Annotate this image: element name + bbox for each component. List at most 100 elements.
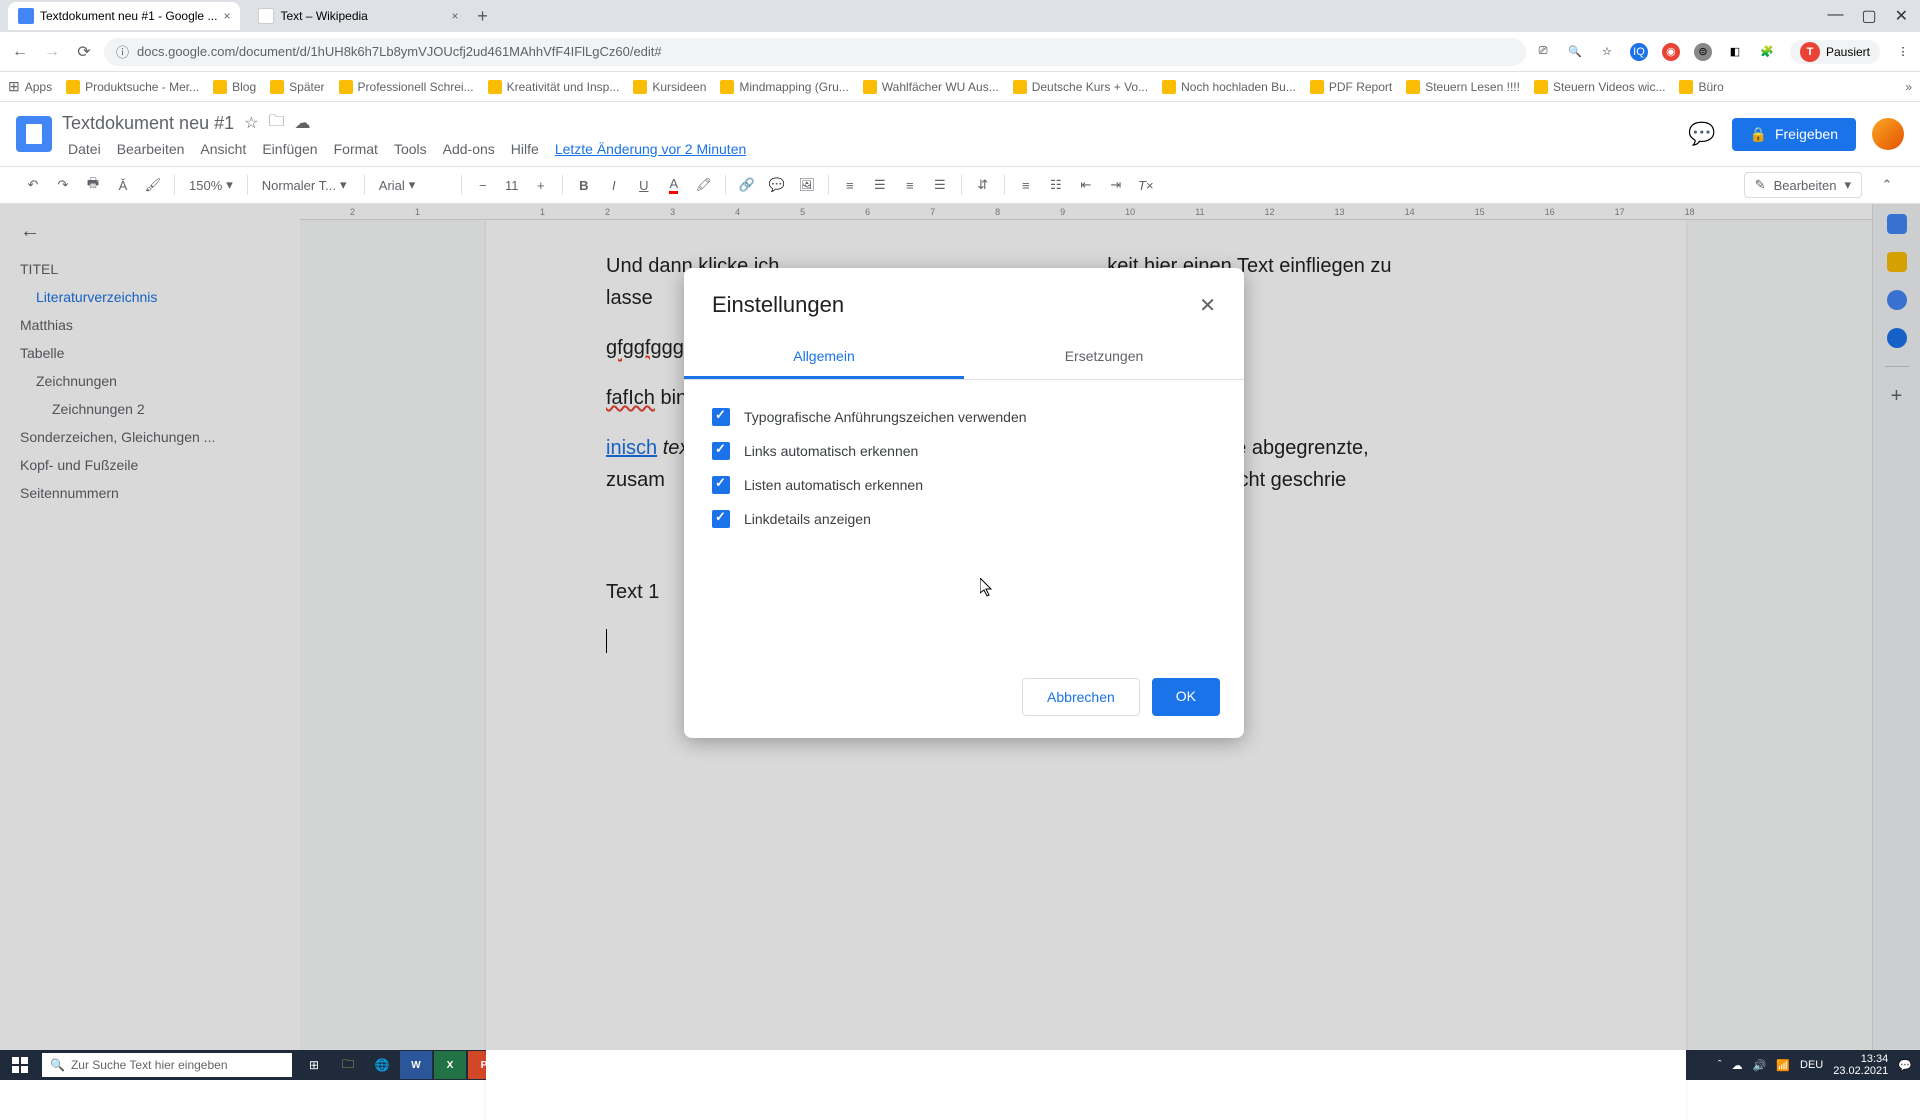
onedrive-icon[interactable]: ☁ — [1732, 1059, 1743, 1072]
forward-button[interactable]: → — [40, 40, 64, 64]
site-info-icon[interactable]: ⓘ — [116, 42, 129, 61]
menu-file[interactable]: Datei — [62, 139, 107, 159]
cloud-icon[interactable]: ☁ — [294, 113, 310, 133]
last-edit-link[interactable]: Letzte Änderung vor 2 Minuten — [549, 139, 752, 159]
redo-button[interactable]: ↷ — [50, 172, 76, 198]
numbered-list-button[interactable]: ≡ — [1013, 172, 1039, 198]
comment-button[interactable]: 💬 — [764, 172, 790, 198]
bookmark-item[interactable]: Wahlfächer WU Aus... — [863, 80, 999, 94]
profile-chip[interactable]: T Pausiert — [1790, 40, 1880, 64]
modal-close-button[interactable]: ✕ — [1199, 293, 1216, 318]
taskbar-search[interactable]: 🔍 Zur Suche Text hier eingeben — [42, 1053, 292, 1077]
bookmark-item[interactable]: Steuern Lesen !!!! — [1406, 80, 1520, 94]
text-color-button[interactable]: A — [661, 172, 687, 198]
back-button[interactable]: ← — [8, 40, 32, 64]
explorer-icon[interactable]: 🗀 — [332, 1051, 364, 1079]
fontsize-value[interactable]: 11 — [500, 178, 524, 193]
outline-item[interactable]: Zeichnungen — [20, 367, 280, 395]
cancel-button[interactable]: Abbrechen — [1022, 678, 1140, 716]
word-icon[interactable]: W — [400, 1051, 432, 1079]
fontsize-dec[interactable]: − — [470, 172, 496, 198]
bulleted-list-button[interactable]: ☷ — [1043, 172, 1069, 198]
spellcheck-button[interactable]: Ǎ — [110, 172, 136, 198]
checkbox-checked-icon[interactable] — [712, 510, 730, 528]
option-detect-links[interactable]: Links automatisch erkennen — [712, 434, 1216, 468]
indent-button[interactable]: ⇥ — [1103, 172, 1129, 198]
tray-expand-icon[interactable]: ˆ — [1718, 1059, 1722, 1071]
bookmark-item[interactable]: Mindmapping (Gru... — [720, 80, 848, 94]
outline-item[interactable]: TITEL — [20, 255, 280, 283]
calendar-icon[interactable] — [1887, 214, 1907, 234]
maximize-icon[interactable]: ▢ — [1861, 6, 1876, 26]
align-left-button[interactable]: ≡ — [837, 172, 863, 198]
tab-general[interactable]: Allgemein — [684, 336, 964, 379]
language-indicator[interactable]: DEU — [1800, 1059, 1823, 1071]
align-right-button[interactable]: ≡ — [897, 172, 923, 198]
italic-button[interactable]: I — [601, 172, 627, 198]
collapse-toolbar-button[interactable]: ⌃ — [1874, 172, 1900, 198]
extensions-icon[interactable]: 🧩 — [1758, 43, 1776, 61]
outline-item[interactable]: Sonderzeichen, Gleichungen ... — [20, 423, 280, 451]
outline-item[interactable]: Seitennummern — [20, 479, 280, 507]
comments-icon[interactable]: 💬 — [1688, 121, 1715, 147]
align-center-button[interactable]: ☰ — [867, 172, 893, 198]
menu-addons[interactable]: Add-ons — [437, 139, 501, 159]
edge-icon[interactable]: 🌐 — [366, 1051, 398, 1079]
outdent-button[interactable]: ⇤ — [1073, 172, 1099, 198]
bookmark-item[interactable]: Noch hochladen Bu... — [1162, 80, 1296, 94]
align-justify-button[interactable]: ☰ — [927, 172, 953, 198]
print-button[interactable]: 🖶 — [80, 172, 106, 198]
outline-item[interactable]: Kopf- und Fußzeile — [20, 451, 280, 479]
bookmark-item[interactable]: Blog — [213, 80, 256, 94]
url-bar[interactable]: ⓘ docs.google.com/document/d/1hUH8k6h7Lb… — [104, 38, 1526, 66]
bookmark-item[interactable]: PDF Report — [1310, 80, 1392, 94]
keep-icon[interactable] — [1887, 252, 1907, 272]
browser-tab-inactive[interactable]: Text – Wikipedia × — [248, 2, 468, 30]
task-view-icon[interactable]: ⊞ — [298, 1051, 330, 1079]
ext4-icon[interactable]: ◧ — [1726, 43, 1744, 61]
user-avatar[interactable] — [1872, 118, 1904, 150]
ext1-icon[interactable]: IQ — [1630, 43, 1648, 61]
excel-icon[interactable]: X — [434, 1051, 466, 1079]
bold-button[interactable]: B — [571, 172, 597, 198]
ruler[interactable]: 21123456789101112131415161718 — [300, 204, 1872, 220]
tab-close-icon[interactable]: × — [223, 9, 230, 23]
start-button[interactable] — [0, 1050, 40, 1080]
checkbox-checked-icon[interactable] — [712, 442, 730, 460]
close-icon[interactable]: ✕ — [1895, 6, 1908, 26]
clear-format-button[interactable]: T× — [1133, 172, 1159, 198]
tab-close-icon[interactable]: × — [451, 9, 458, 23]
checkbox-checked-icon[interactable] — [712, 408, 730, 426]
bookmark-item[interactable]: Kursideen — [633, 80, 706, 94]
zoom-select[interactable]: 150%▾ — [183, 177, 239, 193]
paint-format-button[interactable]: 🖌 — [140, 172, 166, 198]
link-button[interactable]: 🔗 — [734, 172, 760, 198]
move-icon[interactable]: 🗀 — [268, 110, 284, 137]
option-smart-quotes[interactable]: Typografische Anführungszeichen verwende… — [712, 400, 1216, 434]
menu-icon[interactable]: ⋮ — [1894, 43, 1912, 61]
clock[interactable]: 13:34 23.02.2021 — [1833, 1053, 1888, 1077]
bookmark-item[interactable]: Kreativität und Insp... — [488, 80, 620, 94]
star-icon[interactable]: ☆ — [244, 113, 258, 133]
minimize-icon[interactable]: — — [1827, 6, 1843, 26]
tasks-icon[interactable] — [1887, 290, 1907, 310]
document-title[interactable]: Textdokument neu #1 — [62, 113, 234, 134]
edit-mode-select[interactable]: ✎ Bearbeiten ▾ — [1744, 172, 1862, 198]
menu-help[interactable]: Hilfe — [505, 139, 545, 159]
volume-icon[interactable]: 🔊 — [1753, 1059, 1767, 1072]
outline-back-icon[interactable]: ← — [20, 220, 280, 243]
zoom-icon[interactable]: 🔍 — [1566, 43, 1584, 61]
menu-insert[interactable]: Einfügen — [256, 139, 323, 159]
ok-button[interactable]: OK — [1152, 678, 1220, 716]
cast-icon[interactable]: ⎚ — [1534, 43, 1552, 61]
outline-item[interactable]: Matthias — [20, 311, 280, 339]
star-icon[interactable]: ☆ — [1598, 43, 1616, 61]
bookmark-item[interactable]: Deutsche Kurs + Vo... — [1013, 80, 1148, 94]
ext3-icon[interactable]: ⊜ — [1694, 43, 1712, 61]
bookmark-item[interactable]: Büro — [1679, 80, 1723, 94]
wifi-icon[interactable]: 📶 — [1776, 1059, 1790, 1072]
highlight-button[interactable]: 🖍 — [691, 172, 717, 198]
apps-button[interactable]: ⊞Apps — [8, 78, 52, 95]
style-select[interactable]: Normaler T...▾ — [256, 177, 356, 193]
add-addon-icon[interactable]: + — [1891, 385, 1903, 408]
